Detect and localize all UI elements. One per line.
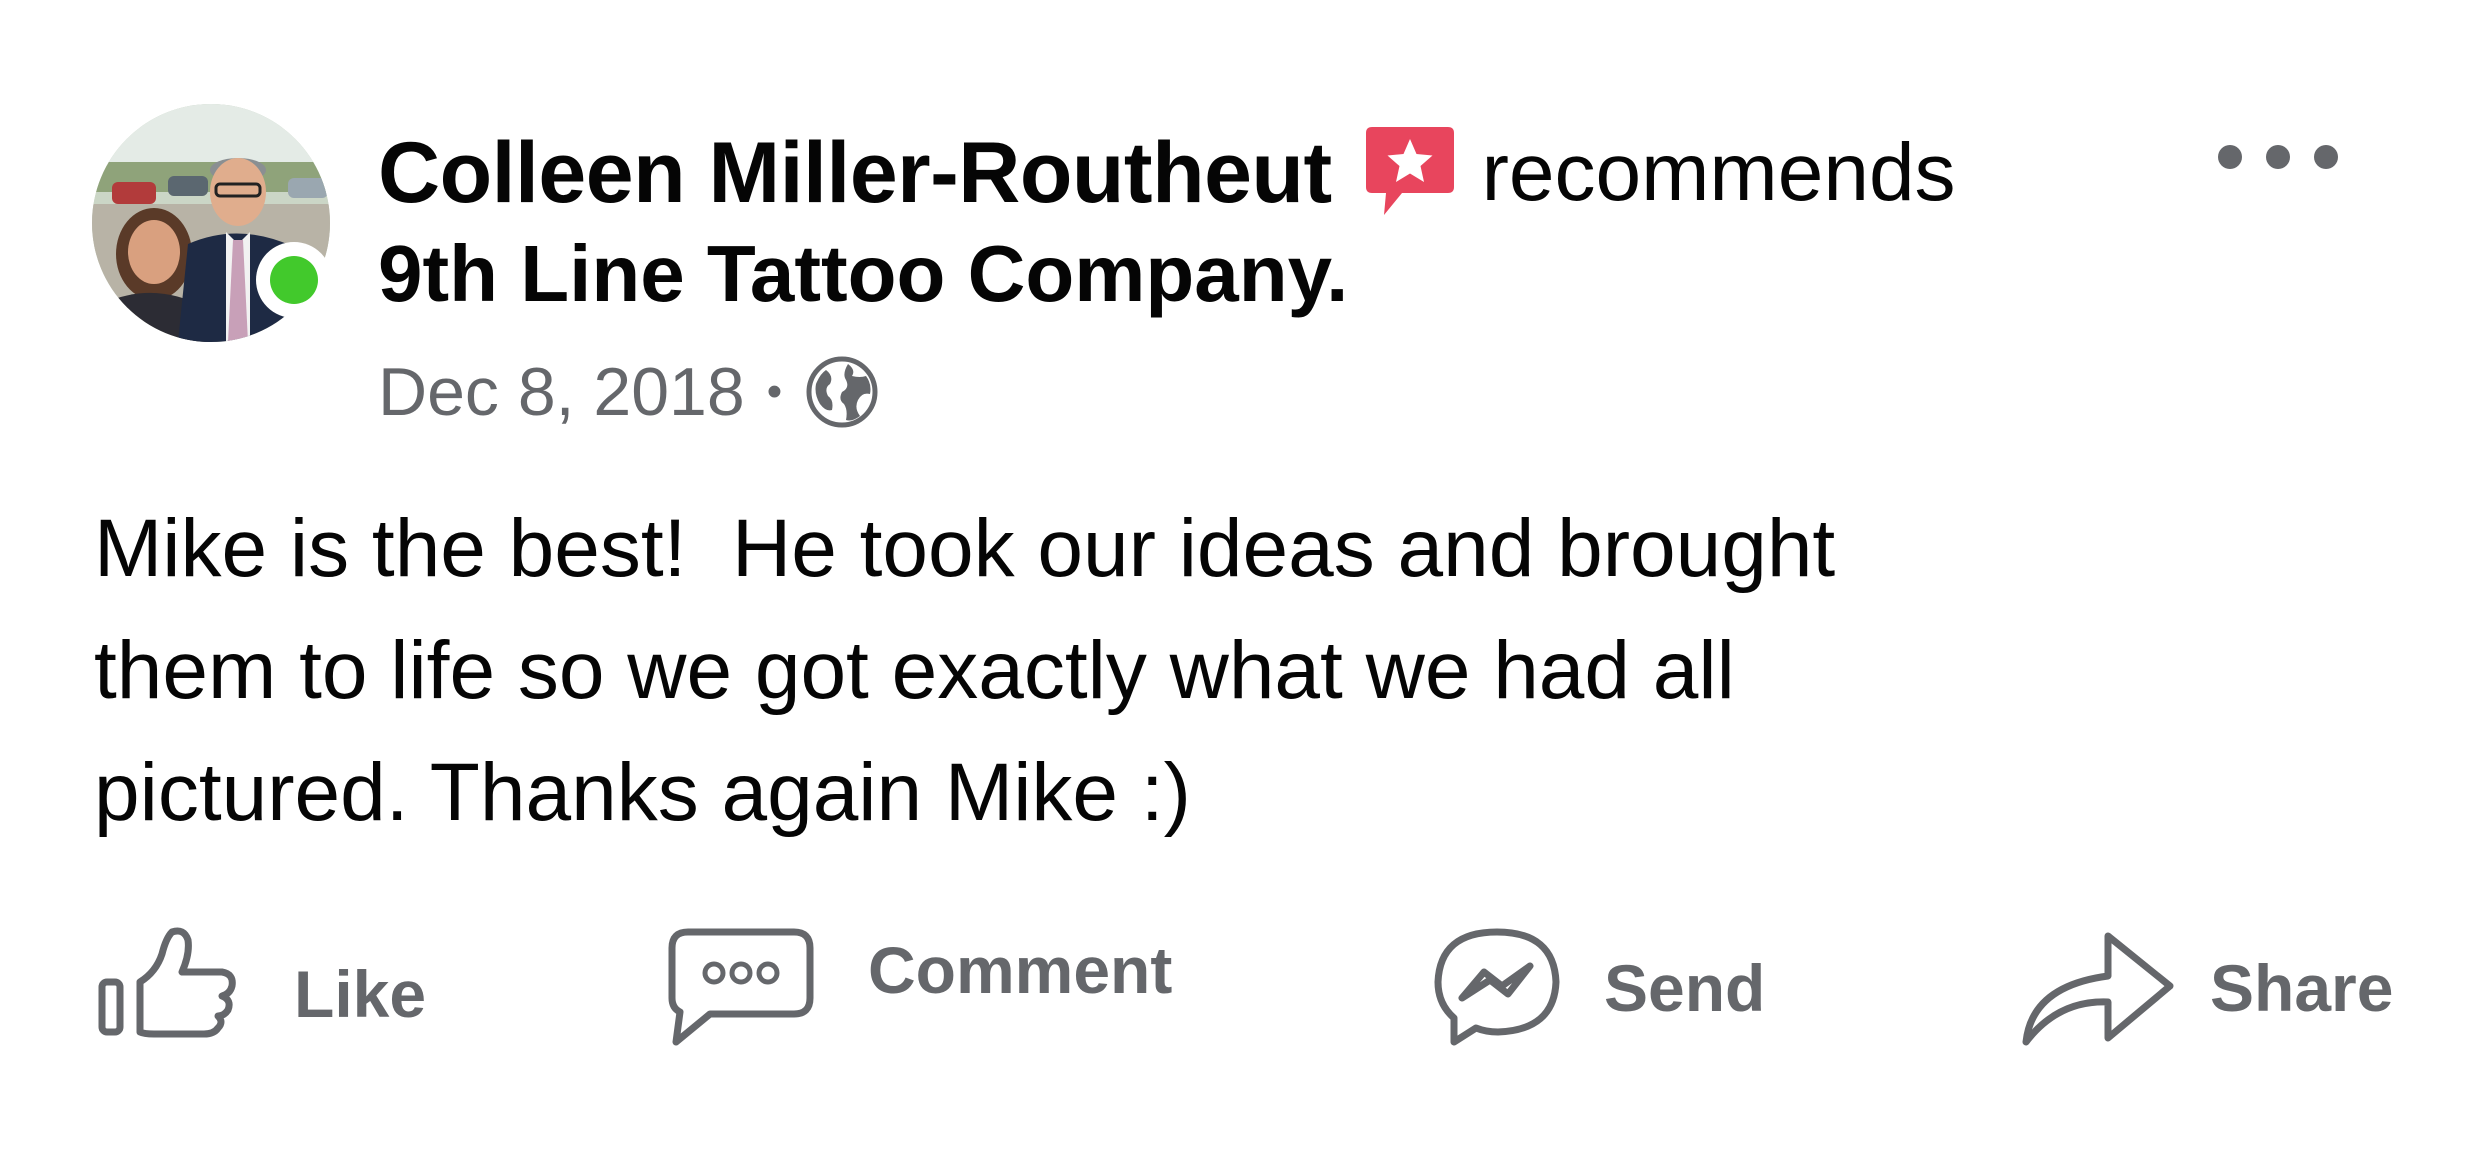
post-body-line: pictured. Thanks again Mike :) [94, 747, 1191, 838]
globe-icon[interactable] [804, 354, 880, 430]
share-button[interactable]: Share [2018, 926, 2393, 1050]
share-label: Share [2210, 951, 2394, 1025]
post-body-line: Mike is the best! He took our ideas and … [94, 503, 1836, 594]
like-label: Like [294, 957, 427, 1031]
meta-separator: • [766, 367, 783, 416]
post-card: Colleen Miller-Routheut recommends 9th L… [0, 0, 2480, 1152]
more-dot [2314, 145, 2338, 169]
thumbs-up-icon [96, 926, 242, 1042]
post-headline: Colleen Miller-Routheut recommends [378, 118, 1956, 228]
recommendation-star-icon [1362, 123, 1458, 219]
share-arrow-icon [2018, 926, 2178, 1050]
post-body-text: Mike is the best! He took our ideas and … [94, 488, 2094, 854]
like-button[interactable]: Like [96, 926, 426, 1042]
comment-bubble-icon [666, 926, 816, 1050]
post-date[interactable]: Dec 8, 2018 [378, 353, 745, 431]
author-name[interactable]: Colleen Miller-Routheut [378, 124, 1332, 223]
post-meta: Dec 8, 2018 • [378, 350, 880, 434]
comment-button[interactable]: Comment [666, 926, 1172, 1050]
post-body-line: them to life so we got exactly what we h… [94, 625, 1735, 716]
send-button[interactable]: Send [1432, 926, 1765, 1050]
more-dot [2266, 145, 2290, 169]
recommends-label: recommends [1481, 127, 1956, 218]
more-options-button[interactable] [2218, 132, 2338, 182]
page-name-link[interactable]: 9th Line Tattoo Company. [378, 228, 1348, 320]
more-dot [2218, 145, 2242, 169]
online-status-indicator [256, 242, 332, 318]
send-label: Send [1604, 951, 1766, 1025]
messenger-icon [1432, 926, 1562, 1050]
comment-label: Comment [868, 933, 1173, 1007]
